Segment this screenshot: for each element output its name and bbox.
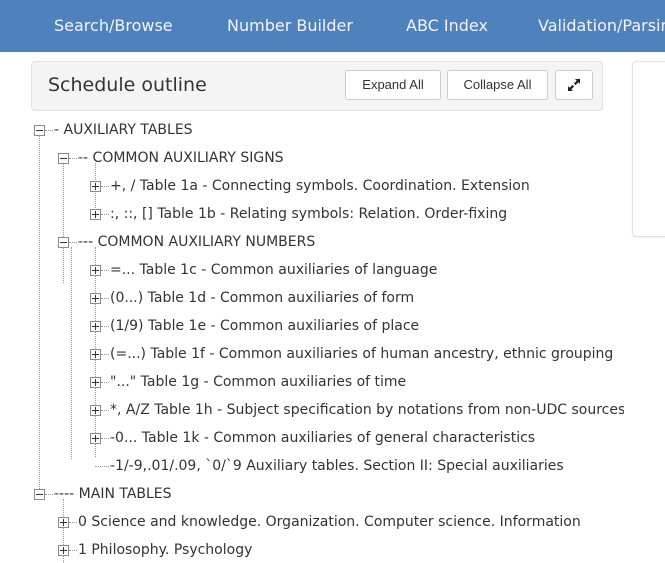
fullscreen-button[interactable] <box>555 70 593 100</box>
expand-toggle-icon[interactable] <box>90 265 101 276</box>
nav-search-browse[interactable]: Search/Browse <box>54 0 173 52</box>
tree-node-label[interactable]: :, ::, [] Table 1b - Relating symbols: R… <box>110 206 507 222</box>
tree-branch <box>101 382 109 383</box>
tree-node-label[interactable]: - AUXILIARY TABLES <box>54 122 193 138</box>
tree-node-table-1d[interactable]: (0...) Table 1d - Common auxiliaries of … <box>110 284 624 312</box>
tree-branch <box>95 466 109 467</box>
tree-node-table-1a[interactable]: +, / Table 1a - Connecting symbols. Coor… <box>110 172 624 200</box>
tree-branch <box>45 130 53 131</box>
tree-node-label[interactable]: --- COMMON AUXILIARY NUMBERS <box>78 234 315 250</box>
schedule-outline-header: Schedule outline Expand All Collapse All <box>31 61 603 111</box>
tree-node-label[interactable]: +, / Table 1a - Connecting symbols. Coor… <box>110 178 530 194</box>
tree-guide <box>71 247 72 459</box>
tree-node-class-1[interactable]: 1 Philosophy. Psychology <box>78 536 624 563</box>
expand-toggle-icon[interactable] <box>90 377 101 388</box>
expand-toggle-icon[interactable] <box>90 181 101 192</box>
tree-node-label[interactable]: =... Table 1c - Common auxiliaries of la… <box>110 262 437 278</box>
schedule-tree: - AUXILIARY TABLES -- COMMON AUXILIARY S… <box>0 116 630 563</box>
tree-node-label[interactable]: 0 Science and knowledge. Organization. C… <box>78 514 581 530</box>
tree-branch <box>69 550 77 551</box>
tree-node-common-auxiliary-signs[interactable]: -- COMMON AUXILIARY SIGNS <box>78 144 624 172</box>
tree-node-class-0[interactable]: 0 Science and knowledge. Organization. C… <box>78 508 624 536</box>
expand-toggle-icon[interactable] <box>90 349 101 360</box>
tree-node-table-1g[interactable]: "..." Table 1g - Common auxiliaries of t… <box>110 368 624 396</box>
tree-node-label[interactable]: (0...) Table 1d - Common auxiliaries of … <box>110 290 414 306</box>
tree-node-special-auxiliaries[interactable]: -1/-9,.01/.09, `0/`9 Auxiliary tables. S… <box>110 452 624 480</box>
tree-branch <box>69 522 77 523</box>
tree-branch <box>101 186 109 187</box>
tree-node-label[interactable]: "..." Table 1g - Common auxiliaries of t… <box>110 374 406 390</box>
tree-node-table-1k[interactable]: -0... Table 1k - Common auxiliaries of g… <box>110 424 624 452</box>
tree-branch <box>101 298 109 299</box>
tree-node-label[interactable]: 1 Philosophy. Psychology <box>78 542 252 558</box>
expand-toggle-icon[interactable] <box>58 545 69 556</box>
collapse-all-button[interactable]: Collapse All <box>447 70 548 100</box>
tree-guide <box>39 136 40 491</box>
expand-toggle-icon[interactable] <box>90 405 101 416</box>
collapse-toggle-icon[interactable] <box>34 125 45 136</box>
nav-validation-parsing[interactable]: Validation/Parsing <box>538 0 665 52</box>
tree-node-label[interactable]: ---- MAIN TABLES <box>54 486 172 502</box>
tree-branch <box>45 494 53 495</box>
tree-branch <box>101 326 109 327</box>
tree-node-main-tables[interactable]: ---- MAIN TABLES <box>54 480 624 508</box>
tree-branch <box>101 214 109 215</box>
tree-node-label[interactable]: -- COMMON AUXILIARY SIGNS <box>78 150 284 166</box>
expand-toggle-icon[interactable] <box>58 517 69 528</box>
tree-node-label[interactable]: *, A/Z Table 1h - Subject specification … <box>110 402 624 418</box>
tree-node-table-1f[interactable]: (=...) Table 1f - Common auxiliaries of … <box>110 340 624 368</box>
expand-toggle-icon[interactable] <box>90 293 101 304</box>
tree-node-label[interactable]: (1/9) Table 1e - Common auxiliaries of p… <box>110 318 419 334</box>
tree-node-auxiliary-tables[interactable]: - AUXILIARY TABLES <box>54 116 624 144</box>
tree-node-label[interactable]: (=...) Table 1f - Common auxiliaries of … <box>110 346 613 362</box>
expand-toggle-icon[interactable] <box>90 209 101 220</box>
tree-node-table-1b[interactable]: :, ::, [] Table 1b - Relating symbols: R… <box>110 200 624 228</box>
tree-node-label[interactable]: -1/-9,.01/.09, `0/`9 Auxiliary tables. S… <box>110 458 564 474</box>
tree-node-table-1e[interactable]: (1/9) Table 1e - Common auxiliaries of p… <box>110 312 624 340</box>
nav-number-builder[interactable]: Number Builder <box>227 0 353 52</box>
tree-branch <box>69 242 77 243</box>
collapse-toggle-icon[interactable] <box>58 153 69 164</box>
panel-title: Schedule outline <box>48 74 207 96</box>
expand-toggle-icon[interactable] <box>90 433 101 444</box>
tree-branch <box>69 158 77 159</box>
tree-branch <box>101 438 109 439</box>
tree-branch <box>101 270 109 271</box>
top-navbar: Search/Browse Number Builder ABC Index V… <box>0 0 665 52</box>
collapse-toggle-icon[interactable] <box>58 237 69 248</box>
tree-guide <box>63 163 64 283</box>
expand-arrows-icon <box>568 79 580 91</box>
side-panel <box>632 61 665 237</box>
tree-node-table-1h[interactable]: *, A/Z Table 1h - Subject specification … <box>110 396 624 424</box>
collapse-toggle-icon[interactable] <box>34 489 45 500</box>
tree-node-label[interactable]: -0... Table 1k - Common auxiliaries of g… <box>110 430 535 446</box>
nav-abc-index[interactable]: ABC Index <box>406 0 488 52</box>
expand-all-button[interactable]: Expand All <box>345 70 441 100</box>
tree-node-table-1c[interactable]: =... Table 1c - Common auxiliaries of la… <box>110 256 624 284</box>
expand-toggle-icon[interactable] <box>90 321 101 332</box>
tree-branch <box>101 354 109 355</box>
tree-branch <box>101 410 109 411</box>
tree-node-common-auxiliary-numbers[interactable]: --- COMMON AUXILIARY NUMBERS <box>78 228 624 256</box>
